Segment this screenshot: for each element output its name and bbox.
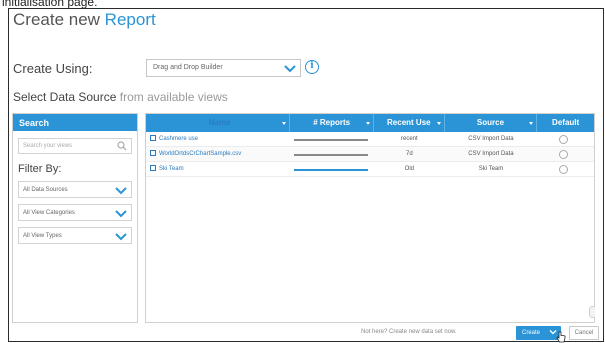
row-source-cell: CSV Import Data <box>468 136 514 142</box>
sort-icon <box>436 122 441 125</box>
search-header: Search <box>13 114 137 131</box>
info-icon[interactable]: i <box>305 60 319 74</box>
row-name-cell[interactable]: WorldOrtdsCrChartSample.csv <box>146 147 290 162</box>
search-icon[interactable] <box>117 141 127 151</box>
reports-bar <box>294 154 368 156</box>
cancel-button[interactable]: Cancel <box>569 326 599 340</box>
view-icon <box>150 135 156 141</box>
row-recent-use-cell: Old <box>404 166 415 172</box>
view-icon <box>150 165 156 171</box>
column-header-recent-use[interactable]: Recent Use <box>374 114 445 132</box>
row-recent-use-cell: 7d <box>406 151 413 157</box>
row-name-cell[interactable]: Cashmere use <box>146 132 290 147</box>
filter-view-categories-select[interactable]: All View Categories <box>18 204 132 221</box>
default-radio[interactable] <box>559 165 569 174</box>
search-input[interactable]: Search your views <box>18 138 132 154</box>
create-button-label: Create <box>522 330 541 336</box>
builder-select[interactable]: Drag and Drop Builder <box>146 59 301 77</box>
row-source-cell: CSV Import Data <box>468 151 514 157</box>
view-icon <box>150 150 156 156</box>
filter-select-value: All View Categories <box>23 210 75 216</box>
dialog-title-accent: Report <box>104 10 156 29</box>
create-data-set-link[interactable]: Not here? Create new data set now. <box>361 329 457 335</box>
data-source-table: Name # Reports Recent Use Source Default… <box>145 113 595 323</box>
filter-view-types-select[interactable]: All View Types <box>18 227 132 244</box>
create-using-label: Create Using: <box>13 61 93 76</box>
filter-select-value: All Data Sources <box>23 187 68 193</box>
row-reports-cell <box>290 132 374 147</box>
create-report-dialog: Create new Report Create Using: Drag and… <box>8 8 604 343</box>
hand-cursor-icon <box>556 331 566 343</box>
row-reports-cell <box>290 162 374 177</box>
row-reports-cell <box>290 147 374 162</box>
column-header-source[interactable]: Source <box>445 114 538 132</box>
table-row[interactable]: WorldOrtdsCrChartSample.csv 7d CSV Impor… <box>146 147 594 162</box>
row-recent-use-cell: recent <box>401 136 418 142</box>
filter-select-value: All View Types <box>23 233 62 239</box>
row-name-cell[interactable]: Ski Team <box>146 162 290 177</box>
chevron-down-icon <box>115 210 127 218</box>
table-row[interactable]: Cashmere use recent CSV Import Data <box>146 132 594 147</box>
default-radio[interactable] <box>559 150 569 159</box>
chevron-down-icon <box>284 65 296 73</box>
row-default-cell <box>537 162 594 177</box>
chevron-down-icon <box>115 233 127 241</box>
search-placeholder: Search your views <box>23 143 73 149</box>
table-row[interactable]: Ski Team Old Ski Team <box>146 162 594 177</box>
row-default-cell <box>537 132 594 147</box>
filter-by-label: Filter By: <box>18 163 62 175</box>
builder-select-value: Drag and Drop Builder <box>153 64 223 71</box>
sort-icon <box>365 122 370 125</box>
section-title-main: Select Data Source <box>13 90 120 104</box>
column-header-default[interactable]: Default <box>537 114 594 132</box>
reports-bar <box>294 139 368 141</box>
reports-bar <box>294 169 368 171</box>
dialog-title: Create new Report <box>13 10 156 30</box>
sort-icon <box>529 122 534 125</box>
sort-icon <box>282 122 287 125</box>
column-header-reports[interactable]: # Reports <box>290 114 374 132</box>
filter-data-sources-select[interactable]: All Data Sources <box>18 181 132 198</box>
create-button[interactable]: Create <box>516 326 561 340</box>
table-header: Name # Reports Recent Use Source Default <box>146 114 594 132</box>
row-default-cell <box>537 147 594 162</box>
dialog-title-prefix: Create new <box>13 10 105 29</box>
column-header-name[interactable]: Name <box>146 114 291 132</box>
section-title: Select Data Source from available views <box>13 90 228 104</box>
chevron-down-icon <box>115 187 127 195</box>
section-title-sub: from available views <box>119 90 228 104</box>
default-radio[interactable] <box>559 135 569 144</box>
row-source-cell: Ski Team <box>478 166 504 172</box>
scrollbar-handle[interactable] <box>589 306 595 318</box>
filter-panel: Search Search your views Filter By: All … <box>12 113 138 323</box>
